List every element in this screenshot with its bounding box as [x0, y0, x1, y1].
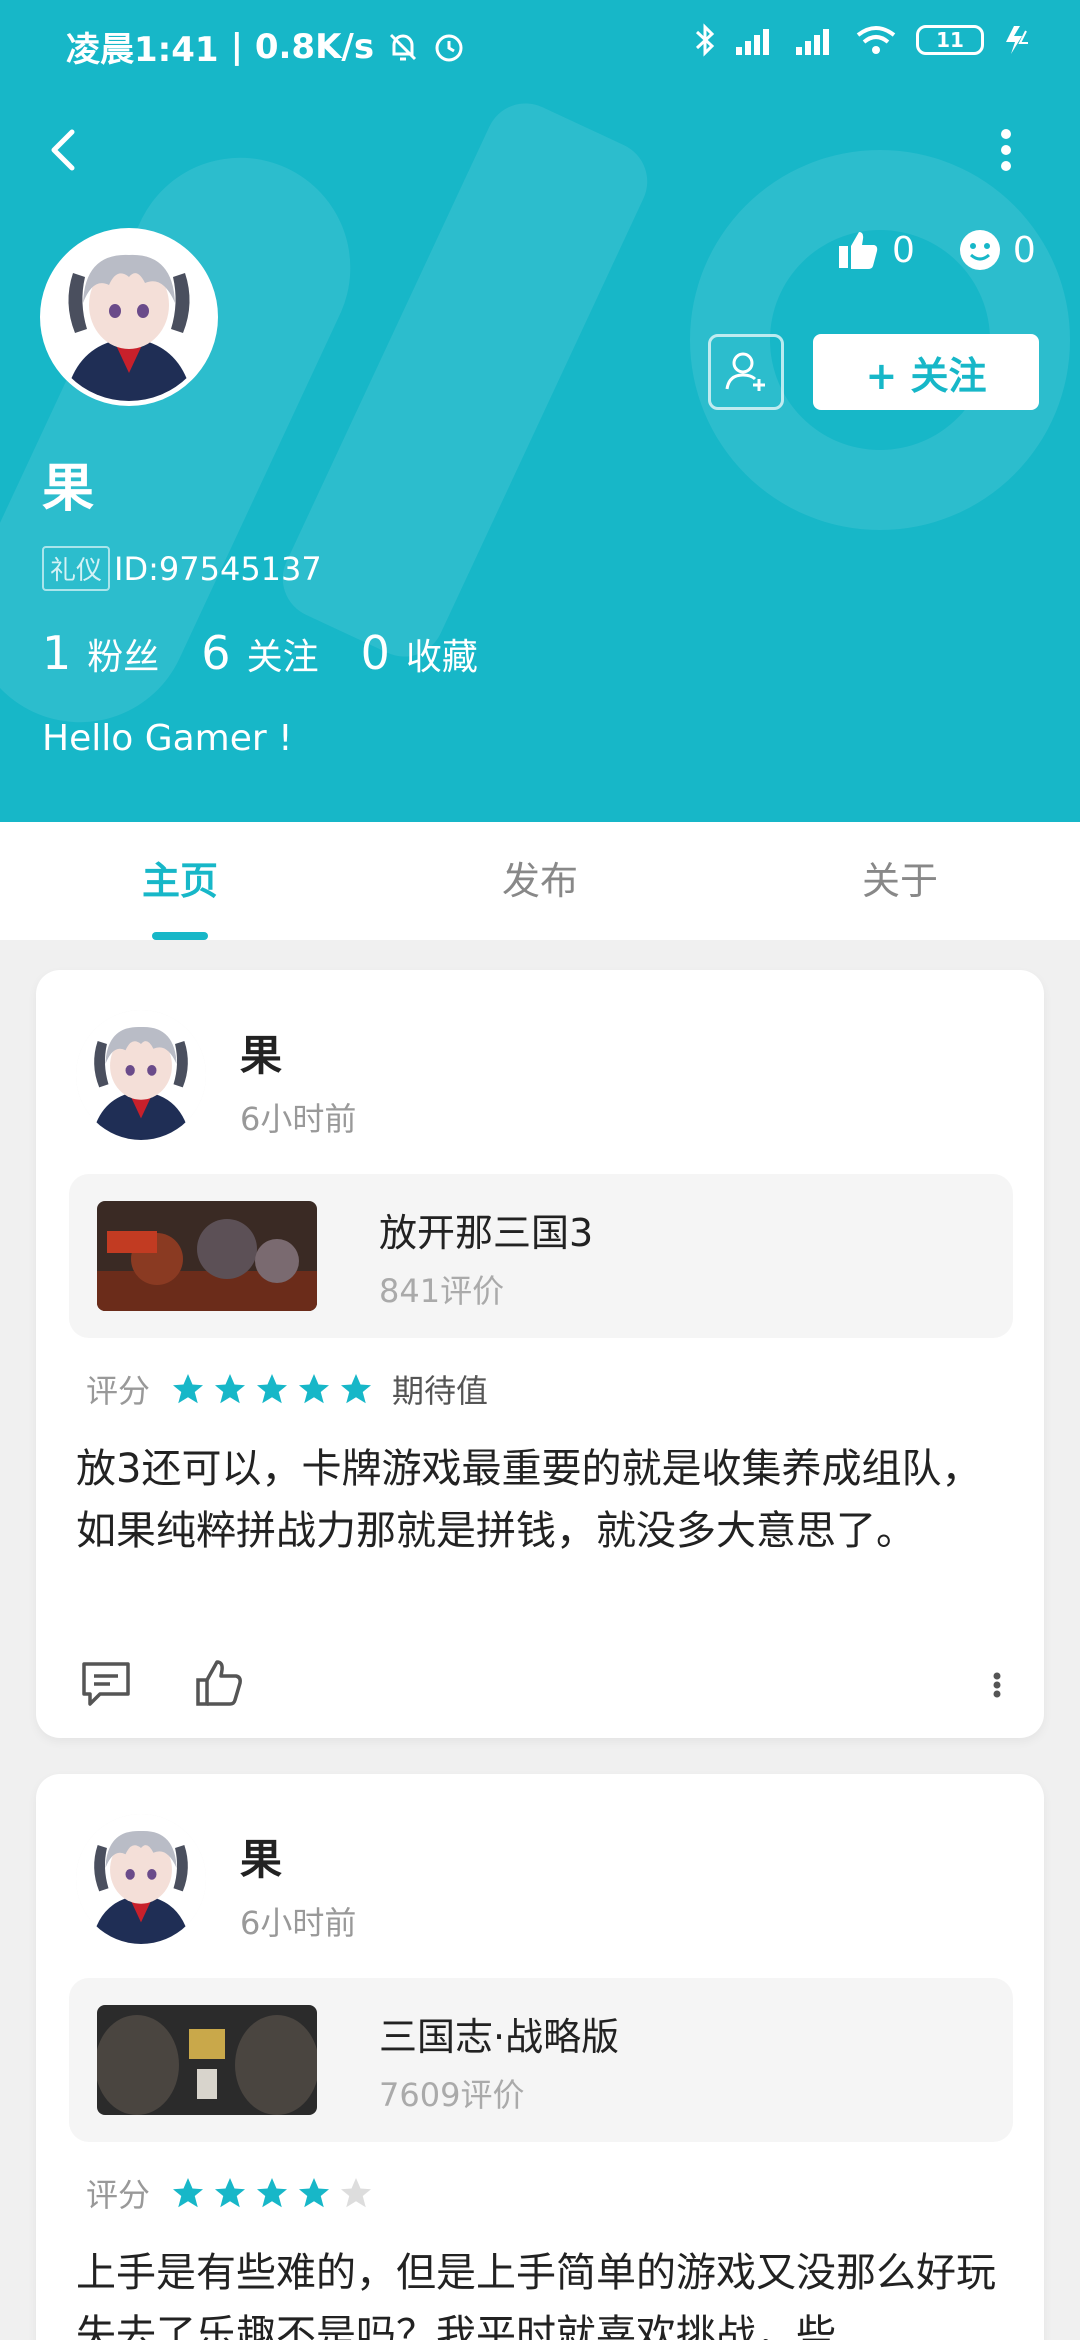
- following-count[interactable]: 6: [201, 626, 230, 680]
- back-arrow-icon[interactable]: [36, 120, 96, 180]
- charging-icon: [1006, 26, 1028, 54]
- favorites-label[interactable]: 收藏: [406, 628, 478, 680]
- rating-label: 评分: [86, 1372, 151, 1410]
- post-actions: [76, 1654, 1012, 1714]
- brand-watermark: [0, 103, 1070, 723]
- post-card[interactable]: 果 6小时前 三国志·战略版 7609评价 评分 上手是有些难的，但是上手简单的…: [36, 1774, 1044, 2340]
- anime-avatar-image: [76, 1814, 206, 1944]
- like-icon[interactable]: [190, 1654, 250, 1714]
- star-icon: [173, 2178, 204, 2208]
- smiles-stat: 0: [959, 229, 1036, 271]
- likes-stat: 0: [836, 228, 915, 272]
- fans-label[interactable]: 粉丝: [87, 628, 159, 680]
- post-author-name[interactable]: 果: [240, 1826, 282, 1887]
- more-vertical-icon[interactable]: [986, 120, 1026, 180]
- reaction-stats: 0 0: [836, 228, 1068, 272]
- status-time: 凌晨1:41: [66, 30, 219, 70]
- add-user-icon: [725, 352, 765, 391]
- game-review-count: 7609评价: [379, 2076, 525, 2114]
- more-vertical-icon[interactable]: [982, 1654, 1012, 1714]
- smiles-count: 0: [1012, 229, 1036, 271]
- tab-home[interactable]: 主页: [0, 822, 360, 940]
- game-title: 三国志·战略版: [379, 2015, 620, 2059]
- star-icon: [257, 2178, 288, 2208]
- signal-icon: [796, 29, 829, 55]
- game-cover-image: [97, 2005, 317, 2115]
- post-author-name[interactable]: 果: [240, 1022, 282, 1083]
- thumbs-up-icon: [839, 232, 878, 269]
- game-title: 放开那三国3: [379, 1211, 594, 1255]
- profile-tabs: 主页 发布 关于: [0, 822, 1080, 940]
- status-bar: 凌晨1:41 | 0.8K/s 11: [0, 0, 1080, 90]
- anime-avatar-image: [45, 233, 213, 401]
- game-cover-image: [97, 1201, 317, 1311]
- rating-row: 评分: [86, 2170, 392, 2216]
- signal-hd-icon: [736, 29, 769, 55]
- battery-indicator: 11: [916, 25, 984, 55]
- status-icons: 11: [694, 22, 1034, 58]
- smile-icon: [959, 230, 1000, 270]
- social-counts: 1 粉丝 6 关注 0 收藏: [42, 626, 520, 680]
- star-rating: [170, 2175, 374, 2211]
- rating-label: 评分: [86, 2176, 151, 2214]
- anime-avatar-image: [76, 1010, 206, 1140]
- post-card[interactable]: 果 6小时前 放开那三国3 841评价 评分 期待值 放3还可以，卡牌游戏最重要…: [36, 970, 1044, 1738]
- star-rating: [170, 1371, 374, 1407]
- game-link-box[interactable]: 放开那三国3 841评价: [69, 1174, 1013, 1338]
- likes-count: 0: [892, 229, 915, 271]
- rating-note: 期待值: [392, 1372, 489, 1410]
- star-icon: [215, 1374, 246, 1404]
- game-review-count: 841评价: [379, 1272, 505, 1310]
- star-icon: [173, 1374, 204, 1404]
- follow-button[interactable]: + 关注: [813, 334, 1039, 410]
- tab-about[interactable]: 关于: [720, 822, 1080, 940]
- wifi-icon: [856, 26, 896, 54]
- star-icon: [257, 1374, 288, 1404]
- post-time: 6小时前: [240, 1100, 357, 1138]
- star-icon: [299, 1374, 330, 1404]
- etiquette-badge: 礼仪: [42, 546, 111, 591]
- post-text[interactable]: 上手是有些难的，但是上手简单的游戏又没那么好玩失去了乐趣不是吗？我平时就喜欢挑战…: [76, 2242, 1012, 2340]
- star-icon: [341, 1374, 372, 1404]
- bluetooth-icon: [695, 23, 715, 57]
- post-time: 6小时前: [240, 1904, 357, 1942]
- post-text[interactable]: 放3还可以，卡牌游戏最重要的就是收集养成组队，如果纯粹拼战力那就是拼钱，就没多大…: [76, 1438, 1012, 1562]
- profile-avatar[interactable]: [40, 228, 218, 406]
- add-friend-button[interactable]: [708, 334, 784, 410]
- star-icon: [215, 2178, 246, 2208]
- following-label[interactable]: 关注: [247, 628, 319, 680]
- user-id-row: 礼仪 ID:97545137: [42, 546, 322, 591]
- post-author-avatar[interactable]: [76, 1814, 206, 1944]
- game-link-box[interactable]: 三国志·战略版 7609评价: [69, 1978, 1013, 2142]
- user-id: ID:97545137: [114, 549, 322, 588]
- game-thumbnail: [97, 1201, 317, 1311]
- fans-count[interactable]: 1: [42, 626, 71, 680]
- star-empty-icon: [341, 2178, 372, 2208]
- game-thumbnail: [97, 2005, 317, 2115]
- profile-bio: Hello Gamer !: [42, 718, 293, 759]
- comment-icon[interactable]: [76, 1654, 136, 1714]
- status-time-group: 凌晨1:41 | 0.8K/s: [66, 22, 466, 71]
- alarm-icon: [435, 34, 463, 61]
- star-icon: [299, 2178, 330, 2208]
- favorites-count[interactable]: 0: [361, 626, 390, 680]
- post-author-avatar[interactable]: [76, 1010, 206, 1140]
- tab-posts[interactable]: 发布: [360, 822, 720, 940]
- network-speed: | 0.8K/s: [230, 26, 375, 67]
- mute-bell-icon: [390, 33, 417, 60]
- rating-row: 评分 期待值: [86, 1366, 488, 1412]
- profile-header: 凌晨1:41 | 0.8K/s 11 0 0 + 关注 果 礼仪 ID:9754…: [0, 0, 1080, 822]
- profile-username: 果: [42, 459, 95, 519]
